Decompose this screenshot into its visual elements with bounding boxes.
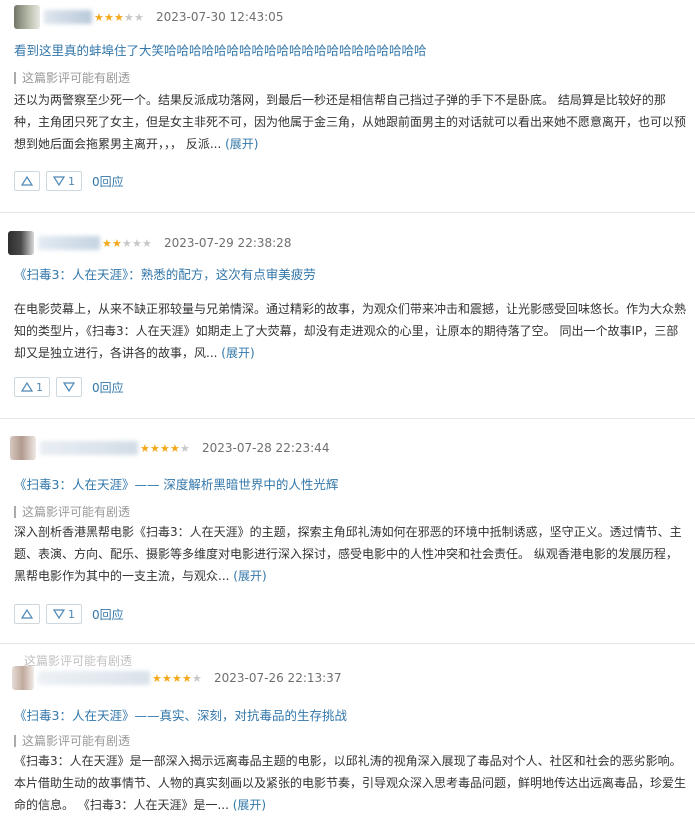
- star-icon: ★: [134, 10, 144, 24]
- review-time: 2023-07-26 22:13:37: [214, 671, 342, 685]
- star-icon: ★: [160, 441, 170, 455]
- spoiler-notice: 这篇影评可能有剧透: [14, 732, 130, 749]
- rating-stars: ★ ★ ★ ★ ★: [102, 238, 152, 249]
- up-vote-button[interactable]: [14, 604, 40, 624]
- expand-link[interactable]: (展开): [221, 346, 254, 360]
- reply-link[interactable]: 0回应: [92, 173, 124, 190]
- star-icon: ★: [142, 236, 152, 250]
- expand-link[interactable]: (展开): [233, 569, 266, 583]
- avatar[interactable]: [10, 436, 36, 460]
- review-body-text: 《扫毒3：人在天涯》是一部深入揭示远离毒品主题的电影，以邱礼涛的视角深入展现了毒…: [14, 754, 687, 812]
- review-actions: 1 0回应: [14, 170, 124, 192]
- down-vote-button[interactable]: 1: [46, 171, 82, 191]
- star-icon: ★: [170, 441, 180, 455]
- review-header: ★ ★ ★ ★ ★ 2023-07-28 22:23:44: [10, 436, 329, 460]
- avatar[interactable]: [8, 231, 34, 255]
- review-item: ★ ★ ★ ★ ★ 2023-07-28 22:23:44 《扫毒3：人在天涯》—— 深…: [0, 419, 695, 644]
- review-header: ★ ★ ★ ★ ★ 2023-07-30 12:43:05: [14, 5, 283, 29]
- review-body: 在电影荧幕上，从来不缺正邪较量与兄弟情深。通过精彩的故事，为观众们带来冲击和震撼…: [14, 298, 686, 364]
- star-icon: ★: [162, 671, 172, 685]
- up-vote-count: 1: [36, 380, 43, 394]
- expand-link[interactable]: (展开): [233, 798, 266, 812]
- review-time: 2023-07-28 22:23:44: [202, 441, 330, 455]
- spoiler-bar: [14, 505, 16, 518]
- star-icon: ★: [152, 671, 162, 685]
- star-icon: ★: [122, 236, 132, 250]
- review-header: ★ ★ ★ ★ ★ 2023-07-26 22:13:37: [12, 666, 341, 690]
- review-body-text: 还以为两警察至少死一个。结果反派成功落网，到最后一秒还是相信帮自己挡过子弹的手下…: [14, 93, 687, 151]
- star-icon: ★: [180, 441, 190, 455]
- down-vote-icon: [53, 176, 65, 186]
- review-body: 还以为两警察至少死一个。结果反派成功落网，到最后一秒还是相信帮自己挡过子弹的手下…: [14, 89, 686, 155]
- star-icon: ★: [182, 671, 192, 685]
- star-icon: ★: [104, 10, 114, 24]
- star-icon: ★: [132, 236, 142, 250]
- avatar[interactable]: [14, 5, 40, 29]
- review-time: 2023-07-30 12:43:05: [156, 10, 284, 24]
- review-title[interactable]: 《扫毒3：人在天涯》：熟悉的配方，这次有点审美疲劳: [14, 264, 316, 283]
- up-vote-icon: [21, 382, 33, 392]
- up-vote-button[interactable]: 1: [14, 377, 50, 397]
- review-title[interactable]: 看到这里真的蚌埠住了大笑哈哈哈哈哈哈哈哈哈哈哈哈哈哈哈哈哈哈哈哈哈: [14, 40, 427, 59]
- spoiler-notice: 这篇影评可能有剧透: [14, 503, 130, 520]
- up-vote-icon: [21, 176, 33, 186]
- review-title[interactable]: 《扫毒3：人在天涯》—— 深度解析黑暗世界中的人性光辉: [14, 474, 338, 493]
- username-blurred[interactable]: [38, 671, 150, 685]
- username-blurred[interactable]: [40, 441, 138, 455]
- spoiler-bar: [14, 734, 16, 747]
- reply-link[interactable]: 0回应: [92, 379, 124, 396]
- rating-stars: ★ ★ ★ ★ ★: [140, 443, 190, 454]
- star-icon: ★: [114, 10, 124, 24]
- review-body: 《扫毒3：人在天涯》是一部深入揭示远离毒品主题的电影，以邱礼涛的视角深入展现了毒…: [14, 750, 686, 816]
- star-icon: ★: [124, 10, 134, 24]
- star-icon: ★: [112, 236, 122, 250]
- up-vote-button[interactable]: [14, 171, 40, 191]
- star-icon: ★: [102, 236, 112, 250]
- spoiler-label: 这篇影评可能有剧透: [22, 734, 131, 748]
- review-time: 2023-07-29 22:38:28: [164, 236, 292, 250]
- review-body-text: 深入剖析香港黑帮电影《扫毒3：人在天涯》的主题，探索主角邱礼涛如何在邪恶的环境中…: [14, 525, 682, 583]
- review-item: ★ ★ ★ ★ ★ 2023-07-29 22:38:28 《扫毒3：人在天涯》：熟悉的…: [0, 213, 695, 419]
- rating-stars: ★ ★ ★ ★ ★: [152, 673, 202, 684]
- review-actions: 1 0回应: [14, 603, 124, 625]
- review-item: 这篇影评可能有剧透 ★ ★ ★ ★ ★ 2023-07-26 22:13:37 《扫毒3…: [0, 644, 695, 819]
- star-icon: ★: [150, 441, 160, 455]
- down-vote-icon: [63, 382, 75, 392]
- review-body-text: 在电影荧幕上，从来不缺正邪较量与兄弟情深。通过精彩的故事，为观众们带来冲击和震撼…: [14, 302, 687, 360]
- star-icon: ★: [140, 441, 150, 455]
- down-vote-icon: [53, 609, 65, 619]
- rating-stars: ★ ★ ★ ★ ★: [94, 12, 144, 23]
- review-item: ★ ★ ★ ★ ★ 2023-07-30 12:43:05 看到这里真的蚌埠住了大笑哈哈…: [0, 0, 695, 213]
- up-vote-icon: [21, 609, 33, 619]
- review-body: 深入剖析香港黑帮电影《扫毒3：人在天涯》的主题，探索主角邱礼涛如何在邪恶的环境中…: [14, 521, 686, 587]
- spoiler-bar: [14, 71, 16, 84]
- down-vote-count: 1: [68, 174, 75, 188]
- review-actions: 1 0回应: [14, 376, 124, 398]
- username-blurred[interactable]: [38, 236, 100, 250]
- spoiler-notice: 这篇影评可能有剧透: [14, 69, 130, 86]
- review-list: ★ ★ ★ ★ ★ 2023-07-30 12:43:05 看到这里真的蚌埠住了大笑哈哈…: [0, 0, 695, 819]
- spoiler-label: 这篇影评可能有剧透: [22, 505, 131, 519]
- star-icon: ★: [172, 671, 182, 685]
- star-icon: ★: [192, 671, 202, 685]
- review-title[interactable]: 《扫毒3：人在天涯》——真实、深刻，对抗毒品的生存挑战: [14, 705, 347, 724]
- expand-link[interactable]: (展开): [225, 137, 258, 151]
- down-vote-button[interactable]: [56, 377, 82, 397]
- spoiler-label: 这篇影评可能有剧透: [22, 71, 131, 85]
- username-blurred[interactable]: [44, 10, 92, 24]
- review-header: ★ ★ ★ ★ ★ 2023-07-29 22:38:28: [8, 231, 291, 255]
- down-vote-button[interactable]: 1: [46, 604, 82, 624]
- avatar[interactable]: [12, 666, 34, 690]
- down-vote-count: 1: [68, 607, 75, 621]
- reply-link[interactable]: 0回应: [92, 606, 124, 623]
- star-icon: ★: [94, 10, 104, 24]
